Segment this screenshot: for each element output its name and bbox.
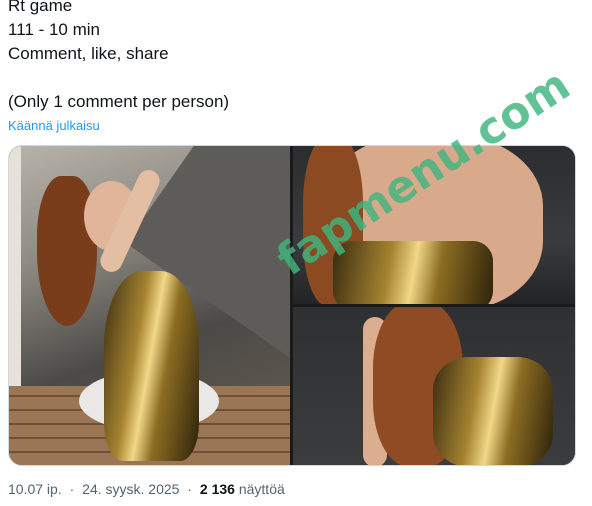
post-meta: 10.07 ip. · 24. syysk. 2025 · 2 136 näyt… <box>8 481 285 497</box>
meta-separator: · <box>187 481 193 497</box>
meta-separator: · <box>69 481 75 497</box>
post-date[interactable]: 24. syysk. 2025 <box>82 481 179 497</box>
media-grid <box>8 145 576 466</box>
post-line-3: Comment, like, share <box>8 44 169 63</box>
photo-figure <box>433 357 553 465</box>
views-count[interactable]: 2 136 <box>200 481 235 497</box>
post-line-2: 111 - 10 min <box>8 20 100 39</box>
post-photo-1[interactable] <box>9 146 290 465</box>
translate-post-link[interactable]: Käännä julkaisu <box>8 118 100 133</box>
post-line-blank <box>8 66 229 90</box>
post-text: Rt game 111 - 10 min Comment, like, shar… <box>8 0 229 114</box>
post-line-1: Rt game <box>8 0 73 15</box>
post-time[interactable]: 10.07 ip. <box>8 481 62 497</box>
photo-figure <box>104 271 199 461</box>
views-label: näyttöä <box>238 481 285 497</box>
photo-figure <box>333 241 493 304</box>
post-line-5: (Only 1 comment per person) <box>8 92 230 111</box>
post-photo-3[interactable] <box>293 307 575 465</box>
post-photo-2[interactable] <box>293 146 575 304</box>
